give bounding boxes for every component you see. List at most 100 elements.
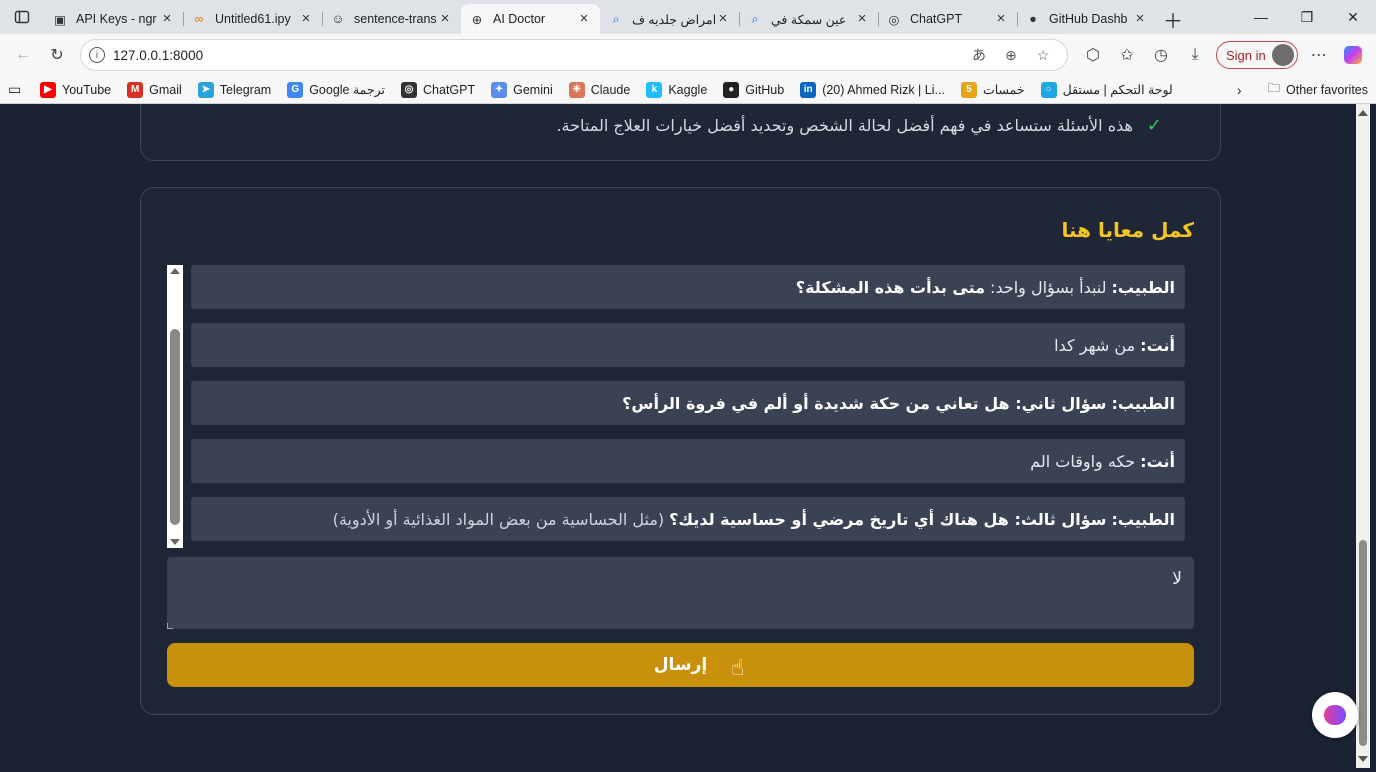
sign-in-button[interactable]: Sign in [1216, 41, 1298, 69]
bookmark-label: ChatGPT [423, 82, 476, 97]
send-label: إرسال [653, 655, 708, 675]
bookmark-item[interactable]: ✦ Gemini [491, 81, 553, 98]
bookmark-label: Gmail [149, 82, 182, 97]
page-scroll-up[interactable] [1358, 110, 1368, 116]
bookmark-item[interactable]: ○ لوحة التحكم | مستقل [1040, 81, 1173, 98]
tab-5[interactable]: ⌕ عين سمكة في × [739, 4, 878, 34]
minimize-button[interactable]: — [1238, 0, 1284, 34]
bookmark-item[interactable]: ● GitHub [723, 81, 784, 98]
reading-list-icon[interactable]: ▭ [8, 81, 26, 98]
message-speaker: الطبيب: [1111, 509, 1175, 529]
sign-in-label: Sign in [1226, 47, 1266, 63]
globe-icon: ⊕ [471, 12, 483, 27]
google-translate-icon: G [287, 81, 304, 98]
colab-icon: ∞ [194, 12, 204, 26]
message-speaker: الطبيب: [1111, 393, 1175, 413]
bookmark-item[interactable]: in (20) Ahmed Rizk | Li... [800, 81, 945, 98]
tab-close-icon[interactable]: × [298, 11, 314, 27]
scroll-down-arrow[interactable] [170, 539, 180, 545]
youtube-icon: ▶ [40, 81, 56, 98]
message-question: متى بدأت هذه المشكلة؟ [795, 277, 986, 297]
info-card: ✓ هذه الأسئلة ستساعد في فهم أفضل لحالة ا… [140, 104, 1221, 161]
kaggle-icon: k [646, 81, 663, 98]
reload-button[interactable]: ↻ [40, 38, 74, 72]
brain-icon [1324, 705, 1346, 725]
restore-button[interactable]: ❐ [1284, 0, 1330, 34]
send-button[interactable]: إرسال [167, 643, 1194, 687]
close-window-button[interactable]: ✕ [1330, 0, 1376, 34]
bookmark-label: Gemini [513, 82, 553, 97]
github-icon: ● [723, 81, 740, 98]
tab-2[interactable]: ☺ sentence-trans × [322, 4, 461, 34]
tab-close-icon[interactable]: × [854, 11, 870, 27]
gemini-icon: ✦ [491, 81, 508, 98]
reply-text[interactable]: لا [1172, 569, 1182, 589]
copilot-icon[interactable] [1336, 38, 1370, 72]
back-button[interactable]: ← [6, 38, 40, 72]
tab-close-icon[interactable]: × [159, 11, 175, 27]
tab-close-icon[interactable]: × [1132, 11, 1148, 27]
other-favorites-link[interactable]: Other favorites [1286, 83, 1368, 97]
tab-7[interactable]: ● GitHub Dashb × [1017, 4, 1156, 34]
message-text: حكه واوقات الم [1030, 451, 1136, 471]
bookmarks-bar: ▭ ▶ YouTube M Gmail ➤ Telegram G Google ترجمة ◎ C… [0, 76, 1376, 104]
tab-close-icon[interactable]: × [715, 11, 731, 27]
gmail-icon: M [127, 81, 144, 98]
bookmark-item[interactable]: ✳ Claude [568, 81, 630, 98]
section-title: كمل معايا هنا [1061, 218, 1194, 242]
bookmark-item[interactable]: M Gmail [127, 81, 182, 98]
tab-actions-icon [14, 10, 30, 24]
search-icon: ⌕ [612, 11, 620, 26]
resize-handle[interactable] [167, 623, 173, 629]
bookmarks-overflow-icon[interactable]: › [1237, 82, 1242, 98]
tab-title: AI Doctor [493, 12, 546, 26]
address-bar[interactable]: i 127.0.0.1:8000 あ ⊕ ☆ [80, 39, 1068, 71]
tab-1[interactable]: ∞ Untitled61.ipy × [183, 4, 322, 34]
history-icon[interactable]: ◷ [1144, 38, 1178, 72]
site-info-icon[interactable]: i [89, 47, 105, 63]
url-text[interactable]: 127.0.0.1:8000 [113, 48, 963, 63]
scroll-up-arrow[interactable] [170, 268, 180, 274]
bookmark-item[interactable]: ◎ ChatGPT [401, 81, 476, 98]
new-tab-button[interactable]: ＋ [1156, 4, 1190, 34]
tab-title: sentence-trans [354, 12, 437, 26]
page-scrollbar[interactable] [1356, 104, 1370, 768]
scroll-thumb[interactable] [170, 329, 180, 525]
bookmark-item[interactable]: G Google ترجمة [287, 81, 385, 98]
tab-actions-button[interactable] [0, 0, 44, 34]
downloads-icon[interactable]: ⤓ [1178, 38, 1212, 72]
assistant-button[interactable] [1312, 692, 1358, 738]
chat-message: الطبيب: لنبدأ بسؤال واحد: متى بدأت هذه الم… [191, 265, 1185, 309]
tab-title: API Keys - ngr [76, 12, 157, 26]
bookmark-item[interactable]: 5 خمسات [960, 81, 1025, 98]
tab-6[interactable]: ◎ ChatGPT × [878, 4, 1017, 34]
chat-scrollbar[interactable] [167, 265, 183, 548]
page-scroll-down[interactable] [1358, 756, 1368, 762]
huggingface-icon: ☺ [331, 12, 345, 26]
bookmark-item[interactable]: ➤ Telegram [197, 81, 271, 98]
page-scroll-thumb[interactable] [1359, 540, 1367, 746]
tab-close-icon[interactable]: × [993, 11, 1009, 27]
favorites-icon[interactable]: ✩ [1110, 38, 1144, 72]
tab-3[interactable]: ⊕ AI Doctor × [461, 4, 600, 34]
search-icon: ⌕ [751, 11, 759, 26]
more-menu-icon[interactable]: ⋯ [1302, 38, 1336, 72]
bookmark-item[interactable]: k Kaggle [646, 81, 708, 98]
tab-4[interactable]: ⌕ امراض جلديه ف × [600, 4, 739, 34]
read-aloud-icon[interactable]: あ [963, 45, 995, 65]
tab-title: ChatGPT [910, 12, 963, 26]
tab-close-icon[interactable]: × [576, 11, 592, 27]
claude-icon: ✳ [568, 81, 585, 98]
bookmark-label: Kaggle [668, 82, 708, 97]
tab-0[interactable]: ▣ API Keys - ngr × [44, 4, 183, 34]
reply-textarea[interactable]: لا [167, 557, 1194, 629]
favorite-star-icon[interactable]: ☆ [1027, 47, 1059, 64]
browser-toolbar: ← ↻ i 127.0.0.1:8000 あ ⊕ ☆ ⬡ ✩ ◷ ⤓ Sign … [0, 34, 1376, 76]
telegram-icon: ➤ [197, 81, 214, 98]
extensions-icon[interactable]: ⬡ [1076, 38, 1110, 72]
zoom-icon[interactable]: ⊕ [995, 47, 1027, 64]
chat-log[interactable]: الطبيب: لنبدأ بسؤال واحد: متى بدأت هذه الم… [167, 265, 1185, 548]
bookmark-item[interactable]: ▶ YouTube [40, 81, 111, 98]
mouse-cursor: ☝ [731, 656, 745, 681]
tab-close-icon[interactable]: × [437, 11, 453, 27]
